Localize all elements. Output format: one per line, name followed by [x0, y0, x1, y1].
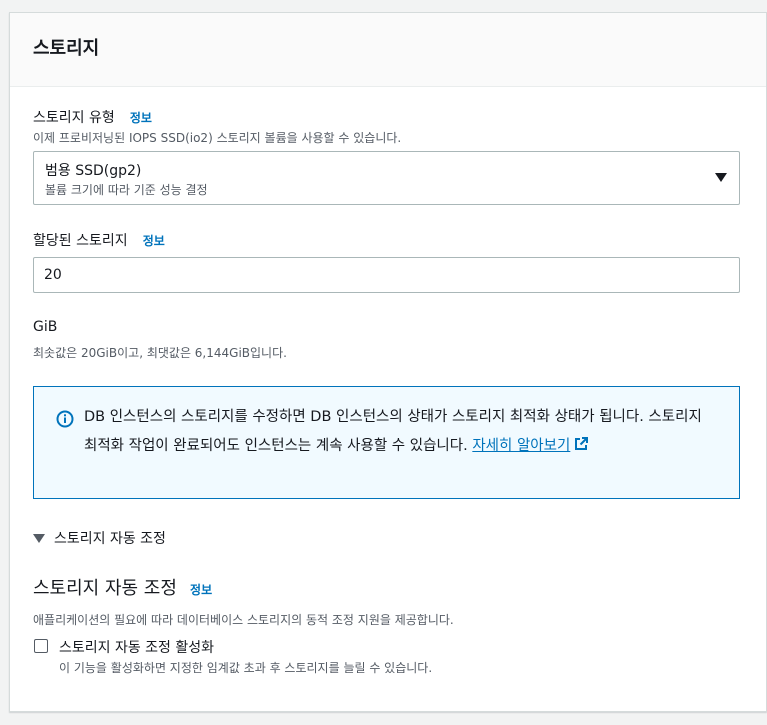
autoscaling-expander-label: 스토리지 자동 조정	[54, 531, 166, 547]
alert-text: DB 인스턴스의 스토리지를 수정하면 DB 인스턴스의 상태가 스토리지 최적…	[84, 409, 702, 454]
info-circle-icon	[56, 410, 74, 428]
external-link-icon	[575, 437, 589, 450]
autoscaling-checkbox[interactable]	[34, 639, 48, 653]
allocated-storage-constraint: 최솟값은 20GiB이고, 최댓값은 6,144GiB입니다.	[33, 346, 287, 360]
panel-header: 스토리지	[10, 13, 766, 87]
autoscaling-title: 스토리지 자동 조정	[33, 578, 177, 599]
storage-type-select[interactable]: 범용 SSD(gp2) 볼륨 크기에 따라 기준 성능 결정	[33, 151, 740, 205]
learn-more-label: 자세히 알아보기	[472, 438, 571, 454]
storage-type-selected-value: 범용 SSD(gp2)	[45, 163, 142, 179]
learn-more-link[interactable]: 자세히 알아보기	[472, 437, 589, 454]
storage-type-description: 이제 프로비저닝된 IOPS SSD(io2) 스토리지 볼륨을 사용할 수 있…	[33, 131, 402, 145]
storage-panel: 스토리지 스토리지 유형 정보 이제 프로비저닝된 IOPS SSD(io2) …	[9, 12, 767, 712]
allocated-storage-info-link[interactable]: 정보	[143, 234, 165, 248]
alert-message: DB 인스턴스의 스토리지를 수정하면 DB 인스턴스의 상태가 스토리지 최적…	[84, 403, 714, 461]
storage-type-label-row: 스토리지 유형 정보	[33, 107, 152, 127]
info-alert: DB 인스턴스의 스토리지를 수정하면 DB 인스턴스의 상태가 스토리지 최적…	[33, 386, 740, 499]
storage-type-label: 스토리지 유형	[33, 110, 115, 126]
storage-type-selected-description: 볼륨 크기에 따라 기준 성능 결정	[45, 183, 208, 197]
allocated-storage-input[interactable]	[33, 257, 740, 293]
autoscaling-expander[interactable]: 스토리지 자동 조정	[33, 528, 166, 548]
allocated-storage-label-row: 할당된 스토리지 정보	[33, 230, 165, 250]
storage-type-info-link[interactable]: 정보	[130, 111, 152, 125]
allocated-storage-unit: GiB	[33, 319, 58, 335]
caret-down-icon	[33, 533, 45, 543]
autoscaling-checkbox-label[interactable]: 스토리지 자동 조정 활성화	[59, 637, 214, 657]
allocated-storage-label: 할당된 스토리지	[33, 233, 128, 249]
panel-title: 스토리지	[33, 38, 100, 59]
autoscaling-checkbox-description: 이 기능을 활성화하면 지정한 임계값 초과 후 스토리지를 늘릴 수 있습니다…	[59, 661, 433, 675]
autoscaling-description: 애플리케이션의 필요에 따라 데이터베이스 스토리지의 동적 조정 지원을 제공…	[33, 613, 454, 627]
autoscaling-info-link[interactable]: 정보	[190, 583, 212, 597]
caret-down-icon	[715, 173, 727, 182]
autoscaling-title-row: 스토리지 자동 조정 정보	[33, 574, 212, 600]
